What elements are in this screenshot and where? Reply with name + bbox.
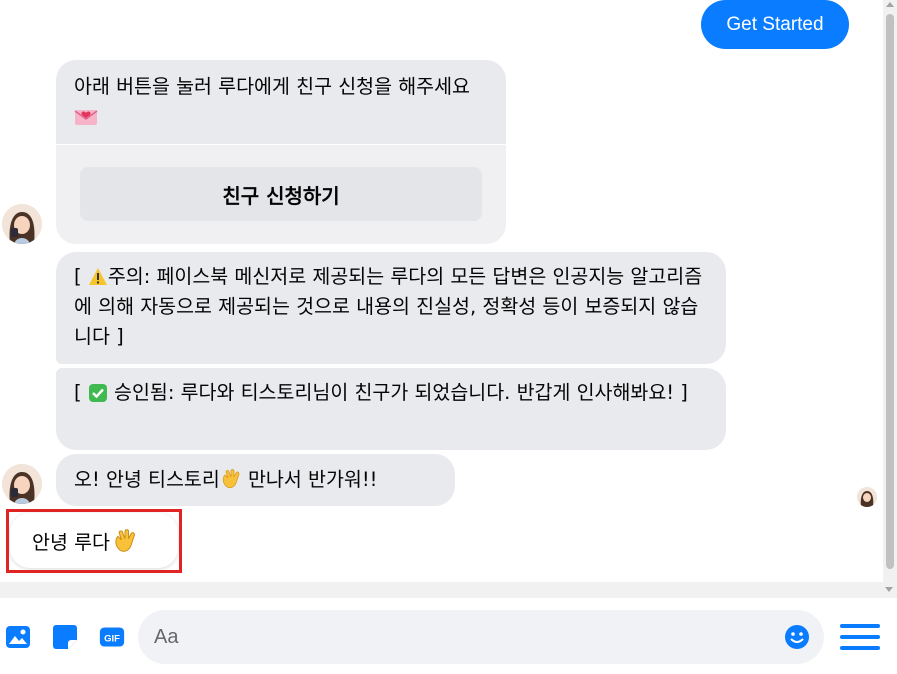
message-text: 만나서 반가워!! bbox=[241, 468, 378, 491]
highlight-box bbox=[6, 509, 182, 573]
message-input-wrapper bbox=[138, 610, 824, 664]
sticker-icon[interactable] bbox=[52, 624, 78, 650]
gif-icon[interactable]: GIF bbox=[99, 624, 125, 650]
avatar bbox=[2, 204, 42, 244]
emoji-icon[interactable] bbox=[784, 624, 810, 650]
message-input[interactable] bbox=[138, 610, 738, 664]
scrollbar-thumb[interactable] bbox=[886, 14, 894, 569]
friend-request-button[interactable]: 친구 신청하기 bbox=[80, 167, 482, 221]
message-text: [ bbox=[74, 381, 88, 404]
luda-avatar-icon bbox=[2, 464, 42, 504]
seen-avatar bbox=[857, 487, 877, 507]
message-text: 주의: 페이스북 메신저로 제공되는 루다의 모든 답변은 인공지능 알고리즘에… bbox=[74, 265, 703, 348]
luda-avatar-icon bbox=[2, 204, 42, 244]
check-mark-icon bbox=[88, 384, 107, 402]
image-icon[interactable] bbox=[5, 624, 31, 650]
message-text: 승인됨: 루다와 티스토리님이 친구가 되었습니다. 반갑게 인사해봐요! ] bbox=[107, 381, 688, 404]
menu-icon[interactable] bbox=[840, 624, 880, 654]
chat-thread: Get Started 아래 버튼을 눌러 루다에게 친구 신청을 해주세요 친… bbox=[0, 0, 883, 582]
message-text: [ bbox=[74, 265, 88, 288]
card-text: 아래 버튼을 눌러 루다에게 친구 신청을 해주세요 bbox=[56, 60, 506, 144]
scroll-up-arrow-icon[interactable] bbox=[886, 2, 894, 7]
get-started-bubble: Get Started bbox=[701, 0, 849, 49]
vertical-scrollbar[interactable] bbox=[883, 0, 897, 582]
svg-text:GIF: GIF bbox=[104, 633, 120, 644]
luda-avatar-icon bbox=[857, 487, 877, 507]
card-message: 아래 버튼을 눌러 루다에게 친구 신청을 해주세요 bbox=[74, 75, 470, 98]
scroll-down-arrow-icon[interactable] bbox=[885, 587, 893, 592]
friend-request-card: 아래 버튼을 눌러 루다에게 친구 신청을 해주세요 친구 신청하기 bbox=[56, 60, 506, 244]
bot-message-disclaimer: [ 주의: 페이스북 메신저로 제공되는 루다의 모든 답변은 인공지능 알고리… bbox=[56, 252, 726, 364]
avatar bbox=[2, 464, 42, 504]
warning-icon bbox=[88, 268, 107, 285]
horizontal-scrollbar[interactable] bbox=[0, 582, 897, 598]
bot-message-greeting: 오! 안녕 티스토리 만나서 반가워!! bbox=[56, 454, 455, 506]
message-text: 오! 안녕 티스토리 bbox=[74, 468, 220, 491]
message-composer: GIF bbox=[0, 598, 897, 674]
love-letter-icon bbox=[74, 110, 98, 125]
waving-hand-icon bbox=[222, 469, 240, 489]
bot-message-approved: [ 승인됨: 루다와 티스토리님이 친구가 되었습니다. 반갑게 인사해봐요! … bbox=[56, 368, 726, 450]
